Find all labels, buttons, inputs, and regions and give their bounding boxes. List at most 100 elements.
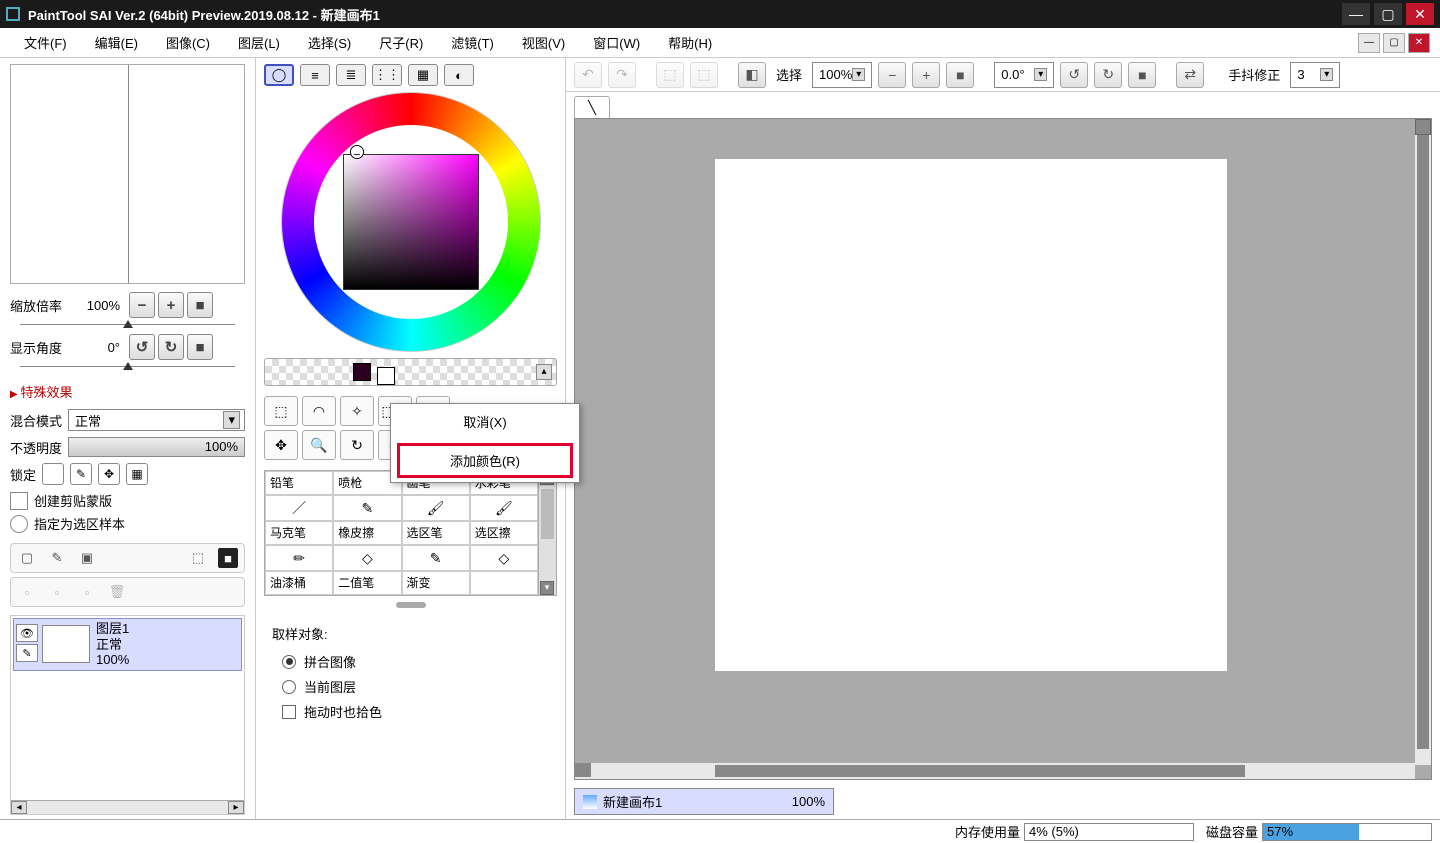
layer-tab[interactable]: ╲ xyxy=(574,96,610,118)
angle-cw-button[interactable]: ↻ xyxy=(1094,62,1122,88)
move-tool[interactable]: ✥ xyxy=(264,430,298,460)
effects-header[interactable]: 特殊效果 xyxy=(0,378,255,405)
undo-button[interactable]: ↶ xyxy=(574,62,602,88)
new-linework-button[interactable]: ✎ xyxy=(47,548,67,568)
mask-button[interactable]: ■ xyxy=(218,548,238,568)
deselect-button[interactable]: ⬚ xyxy=(656,62,684,88)
transfer-down-button[interactable]: ⬚ xyxy=(188,548,208,568)
color-swatches-tab[interactable]: ▦ xyxy=(408,64,438,86)
brush-binary[interactable]: 二值笔 xyxy=(333,571,401,595)
rotate-reset-button[interactable]: ■ xyxy=(187,334,213,360)
sample-merged-radio[interactable] xyxy=(282,655,296,669)
angle-ccw-button[interactable]: ↺ xyxy=(1060,62,1088,88)
marker-icon[interactable]: ✏ xyxy=(265,545,333,571)
color-rgb-tab[interactable]: ≡ xyxy=(300,64,330,86)
merge-down-button[interactable]: ▫ xyxy=(17,582,37,602)
rotate-tool[interactable]: ↻ xyxy=(340,430,374,460)
color-wheel[interactable] xyxy=(281,92,541,352)
sample-drag-checkbox[interactable] xyxy=(282,705,296,719)
blend-mode-select[interactable]: 正常 xyxy=(68,409,245,431)
brush-seleraser[interactable]: 选区擦 xyxy=(470,521,538,545)
panel-grip-icon[interactable] xyxy=(396,602,426,608)
seleraser-icon[interactable]: ◇ xyxy=(470,545,538,571)
brush-icon[interactable]: 🖌 xyxy=(402,495,470,521)
document-tab[interactable]: 新建画布1 100% xyxy=(574,788,834,815)
redo-button[interactable]: ↷ xyxy=(608,62,636,88)
selection-source-radio[interactable] xyxy=(10,515,28,533)
menu-help[interactable]: 帮助(H) xyxy=(654,29,726,56)
zoom-out-button[interactable]: − xyxy=(129,292,155,318)
lock-alpha-button[interactable]: ▦ xyxy=(126,463,148,485)
zoom-minus-button[interactable]: − xyxy=(878,62,906,88)
brush-pencil[interactable]: 铅笔 xyxy=(265,471,333,495)
layer-item[interactable]: 👁 ✎ 图层1 正常 100% xyxy=(13,618,242,671)
layer-thumbnail[interactable] xyxy=(42,625,90,663)
close-button[interactable]: ✕ xyxy=(1406,3,1434,25)
rotate-ccw-button[interactable]: ↺ xyxy=(129,334,155,360)
zoom-reset-button[interactable]: ■ xyxy=(187,292,213,318)
eraser-icon[interactable]: ◇ xyxy=(333,545,401,571)
scroll-left-button[interactable]: ◂ xyxy=(11,801,27,814)
menu-edit[interactable]: 编辑(E) xyxy=(81,29,152,56)
brush-eraser[interactable]: 橡皮擦 xyxy=(333,521,401,545)
context-cancel[interactable]: 取消(X) xyxy=(391,404,579,439)
edit-icon[interactable]: ✎ xyxy=(16,644,38,662)
navigator-preview[interactable] xyxy=(10,64,245,284)
new-layer-button[interactable]: ▢ xyxy=(17,548,37,568)
menu-view[interactable]: 视图(V) xyxy=(508,29,579,56)
rect-select-tool[interactable]: ⬚ xyxy=(264,396,298,426)
zoom-fit-button[interactable]: ■ xyxy=(946,62,974,88)
selpen-icon[interactable]: ✎ xyxy=(402,545,470,571)
invert-select-button[interactable]: ⬚ xyxy=(690,62,718,88)
opacity-slider[interactable]: 100% xyxy=(68,437,245,457)
lock-position-button[interactable]: ✥ xyxy=(98,463,120,485)
sample-current-radio[interactable] xyxy=(282,680,296,694)
canvas-page[interactable] xyxy=(715,159,1227,671)
menu-window[interactable]: 窗口(W) xyxy=(579,29,654,56)
pencil-icon[interactable]: ／ xyxy=(265,495,333,521)
layer-scrollbar[interactable] xyxy=(27,801,228,814)
lock-pixels-button[interactable]: ✎ xyxy=(70,463,92,485)
brush-selpen[interactable]: 选区笔 xyxy=(402,521,470,545)
magic-wand-tool[interactable]: ✧ xyxy=(340,396,374,426)
zoom-field[interactable]: 100%▾ xyxy=(812,62,872,88)
lock-all-button[interactable] xyxy=(42,463,64,485)
mdi-close-button[interactable]: ✕ xyxy=(1408,33,1430,53)
brush-bucket[interactable]: 油漆桶 xyxy=(265,571,333,595)
menu-select[interactable]: 选择(S) xyxy=(294,29,365,56)
minimize-button[interactable]: — xyxy=(1342,3,1370,25)
brush-empty[interactable] xyxy=(470,571,538,595)
context-add-color[interactable]: 添加颜色(R) xyxy=(397,443,573,478)
mdi-maximize-button[interactable]: ▢ xyxy=(1383,33,1405,53)
menu-layer[interactable]: 图层(L) xyxy=(224,29,294,56)
clipping-checkbox[interactable] xyxy=(10,492,28,510)
watercolor-icon[interactable]: 🖌 xyxy=(470,495,538,521)
visibility-icon[interactable]: 👁 xyxy=(16,624,38,642)
stabilizer-field[interactable]: 3▾ xyxy=(1290,62,1340,88)
canvas-viewport[interactable] xyxy=(574,118,1432,780)
maximize-button[interactable]: ▢ xyxy=(1374,3,1402,25)
swatch-expand-button[interactable]: ▴ xyxy=(536,364,552,380)
menu-file[interactable]: 文件(F) xyxy=(10,29,81,56)
color-mixer-tab[interactable]: ⋮⋮ xyxy=(372,64,402,86)
rotate-cw-button[interactable]: ↻ xyxy=(158,334,184,360)
color-wheel-tab[interactable]: ◯ xyxy=(264,64,294,86)
menu-image[interactable]: 图像(C) xyxy=(152,29,224,56)
angle-field[interactable]: 0.0°▾ xyxy=(994,62,1054,88)
brush-gradient[interactable]: 渐变 xyxy=(402,571,470,595)
horizontal-scrollbar[interactable] xyxy=(575,763,1415,779)
clear-layer-button[interactable]: ▫ xyxy=(77,582,97,602)
vertical-scrollbar[interactable] xyxy=(1415,119,1431,765)
foreground-color[interactable] xyxy=(353,363,371,381)
menu-filter[interactable]: 滤镜(T) xyxy=(437,29,508,56)
airbrush-icon[interactable]: ✎ xyxy=(333,495,401,521)
zoom-in-button[interactable]: + xyxy=(158,292,184,318)
zoom-plus-button[interactable]: + xyxy=(912,62,940,88)
menu-ruler[interactable]: 尺子(R) xyxy=(365,29,437,56)
mdi-minimize-button[interactable]: — xyxy=(1358,33,1380,53)
background-color[interactable] xyxy=(377,367,395,385)
scroll-right-button[interactable]: ▸ xyxy=(228,801,244,814)
color-square[interactable] xyxy=(343,154,479,290)
color-hsv-tab[interactable]: ≣ xyxy=(336,64,366,86)
brush-marker[interactable]: 马克笔 xyxy=(265,521,333,545)
